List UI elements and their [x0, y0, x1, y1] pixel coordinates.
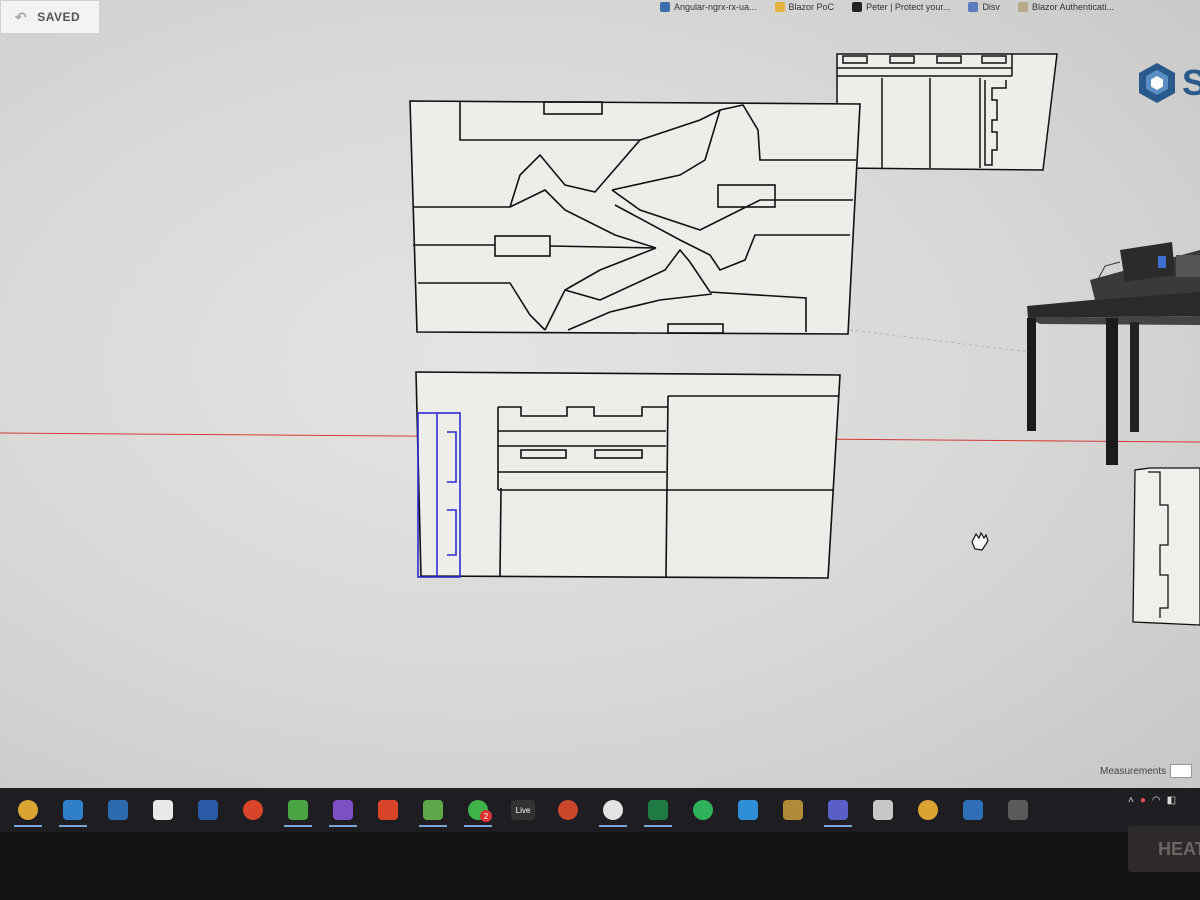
- bookmark-0[interactable]: Angular-ngrx-rx-ua...: [660, 2, 757, 12]
- notepad-icon: [423, 800, 443, 820]
- sketchup-viewport[interactable]: ↶ SAVED Angular-ngrx-rx-ua... Blazor PoC…: [0, 0, 1200, 810]
- site-icon: [852, 2, 863, 12]
- measurements-label: Measurements: [1100, 765, 1167, 777]
- git-icon: [108, 800, 128, 820]
- lower-panel[interactable]: [415, 371, 841, 579]
- taskbar-powershell-button[interactable]: [190, 792, 226, 828]
- bookmark-label: Disv: [982, 2, 1000, 12]
- model-canvas[interactable]: [0, 0, 1200, 810]
- bookmark-label: Angular-ngrx-rx-ua...: [674, 2, 757, 12]
- excel-icon: [648, 800, 668, 820]
- saved-status: ↶ SAVED: [0, 0, 100, 34]
- hand-cursor: [971, 531, 989, 551]
- edge-piece[interactable]: [1132, 467, 1200, 626]
- chevron-up-icon[interactable]: ˄: [1128, 795, 1134, 806]
- monitor-bezel: [0, 832, 1200, 900]
- guide-line: [849, 329, 1031, 353]
- tools-icon: [783, 800, 803, 820]
- bookmark-label: Blazor Authenticati...: [1031, 2, 1114, 12]
- taskbar-powerpoint-button[interactable]: [550, 792, 586, 828]
- bookmark-2[interactable]: Peter | Protect your...: [852, 2, 950, 12]
- files-icon: [873, 800, 893, 820]
- taskbar-tools-button[interactable]: [775, 792, 811, 828]
- taskbar-notepad-button[interactable]: [415, 792, 451, 828]
- taskbar-teams-button[interactable]: [820, 792, 856, 828]
- measurements-input[interactable]: [1170, 764, 1193, 778]
- measurements-box: Measurements: [1100, 762, 1200, 780]
- taskbar-azure-button[interactable]: [730, 792, 766, 828]
- app-logo: S: [1138, 62, 1200, 104]
- taskbar-spotify-button[interactable]: [685, 792, 721, 828]
- sketchup-logo-icon: [1139, 63, 1175, 103]
- monitor-label: HEAT: [1128, 826, 1200, 872]
- main-nesting-panel[interactable]: [409, 100, 861, 335]
- taskbar-explorer-button[interactable]: [145, 792, 181, 828]
- slack-icon: [603, 800, 623, 820]
- bookmark-1[interactable]: Blazor PoC: [774, 2, 835, 12]
- folder-icon: [1017, 2, 1028, 12]
- bookmark-3[interactable]: Disv: [968, 2, 1000, 12]
- cnc-machine-model[interactable]: [1027, 242, 1200, 465]
- taskbar-whatsapp-button[interactable]: 2: [460, 792, 496, 828]
- saved-label: SAVED: [37, 10, 81, 24]
- x-tool-icon: [288, 800, 308, 820]
- lambda-icon: [378, 800, 398, 820]
- calculator-icon: [1008, 800, 1028, 820]
- windows-taskbar: 2 Live: [0, 788, 1200, 832]
- folder-icon: [774, 2, 785, 12]
- taskbar-calculator-button[interactable]: [1000, 792, 1036, 828]
- bookmark-label: Peter | Protect your...: [866, 2, 951, 12]
- taskbar-live-button[interactable]: Live: [505, 792, 541, 828]
- ubuntu-icon: [243, 800, 263, 820]
- speaker-icon[interactable]: ◧: [1167, 795, 1176, 806]
- bookmark-label: Blazor PoC: [788, 2, 835, 12]
- bookmark-4[interactable]: Blazor Authenticati...: [1017, 2, 1114, 12]
- notification-badge: 2: [480, 810, 492, 822]
- taskbar-files-button[interactable]: [865, 792, 901, 828]
- live-icon: Live: [511, 800, 535, 820]
- taskbar-git-button[interactable]: [100, 792, 136, 828]
- taskbar-excel-button[interactable]: [640, 792, 676, 828]
- taskbar-tool-button[interactable]: [280, 792, 316, 828]
- spotify-icon: [693, 800, 713, 820]
- azure-icon: [738, 800, 758, 820]
- logo-letter: S: [1182, 62, 1200, 103]
- cloud-icon[interactable]: ●: [1140, 795, 1146, 806]
- taskbar-vscode-button[interactable]: [55, 792, 91, 828]
- window-icon: [153, 800, 173, 820]
- taskbar-chrome-2-button[interactable]: [910, 792, 946, 828]
- powerpoint-icon: [558, 800, 578, 820]
- bookmarks-bar: Angular-ngrx-rx-ua... Blazor PoC Peter |…: [660, 0, 1200, 14]
- chrome-icon: [918, 800, 938, 820]
- taskbar-lambda-button[interactable]: [370, 792, 406, 828]
- taskbar-photos-button[interactable]: [955, 792, 991, 828]
- chrome-icon: [18, 800, 38, 820]
- teams-icon: [828, 800, 848, 820]
- powershell-icon: [198, 800, 218, 820]
- arrow-icon: [660, 2, 670, 12]
- vs-icon: [968, 2, 979, 12]
- taskbar-visual-studio-button[interactable]: [325, 792, 361, 828]
- photos-icon: [963, 800, 983, 820]
- system-tray: ˄ ● ◠ ◧: [1120, 788, 1200, 812]
- wifi-icon[interactable]: ◠: [1152, 795, 1161, 806]
- undo-icon[interactable]: ↶: [15, 9, 27, 26]
- top-right-panel[interactable]: [836, 53, 1058, 171]
- vscode-icon: [63, 800, 83, 820]
- taskbar-chrome-button[interactable]: [10, 792, 46, 828]
- visual-studio-icon: [333, 800, 353, 820]
- taskbar-slack-button[interactable]: [595, 792, 631, 828]
- taskbar-ubuntu-button[interactable]: [235, 792, 271, 828]
